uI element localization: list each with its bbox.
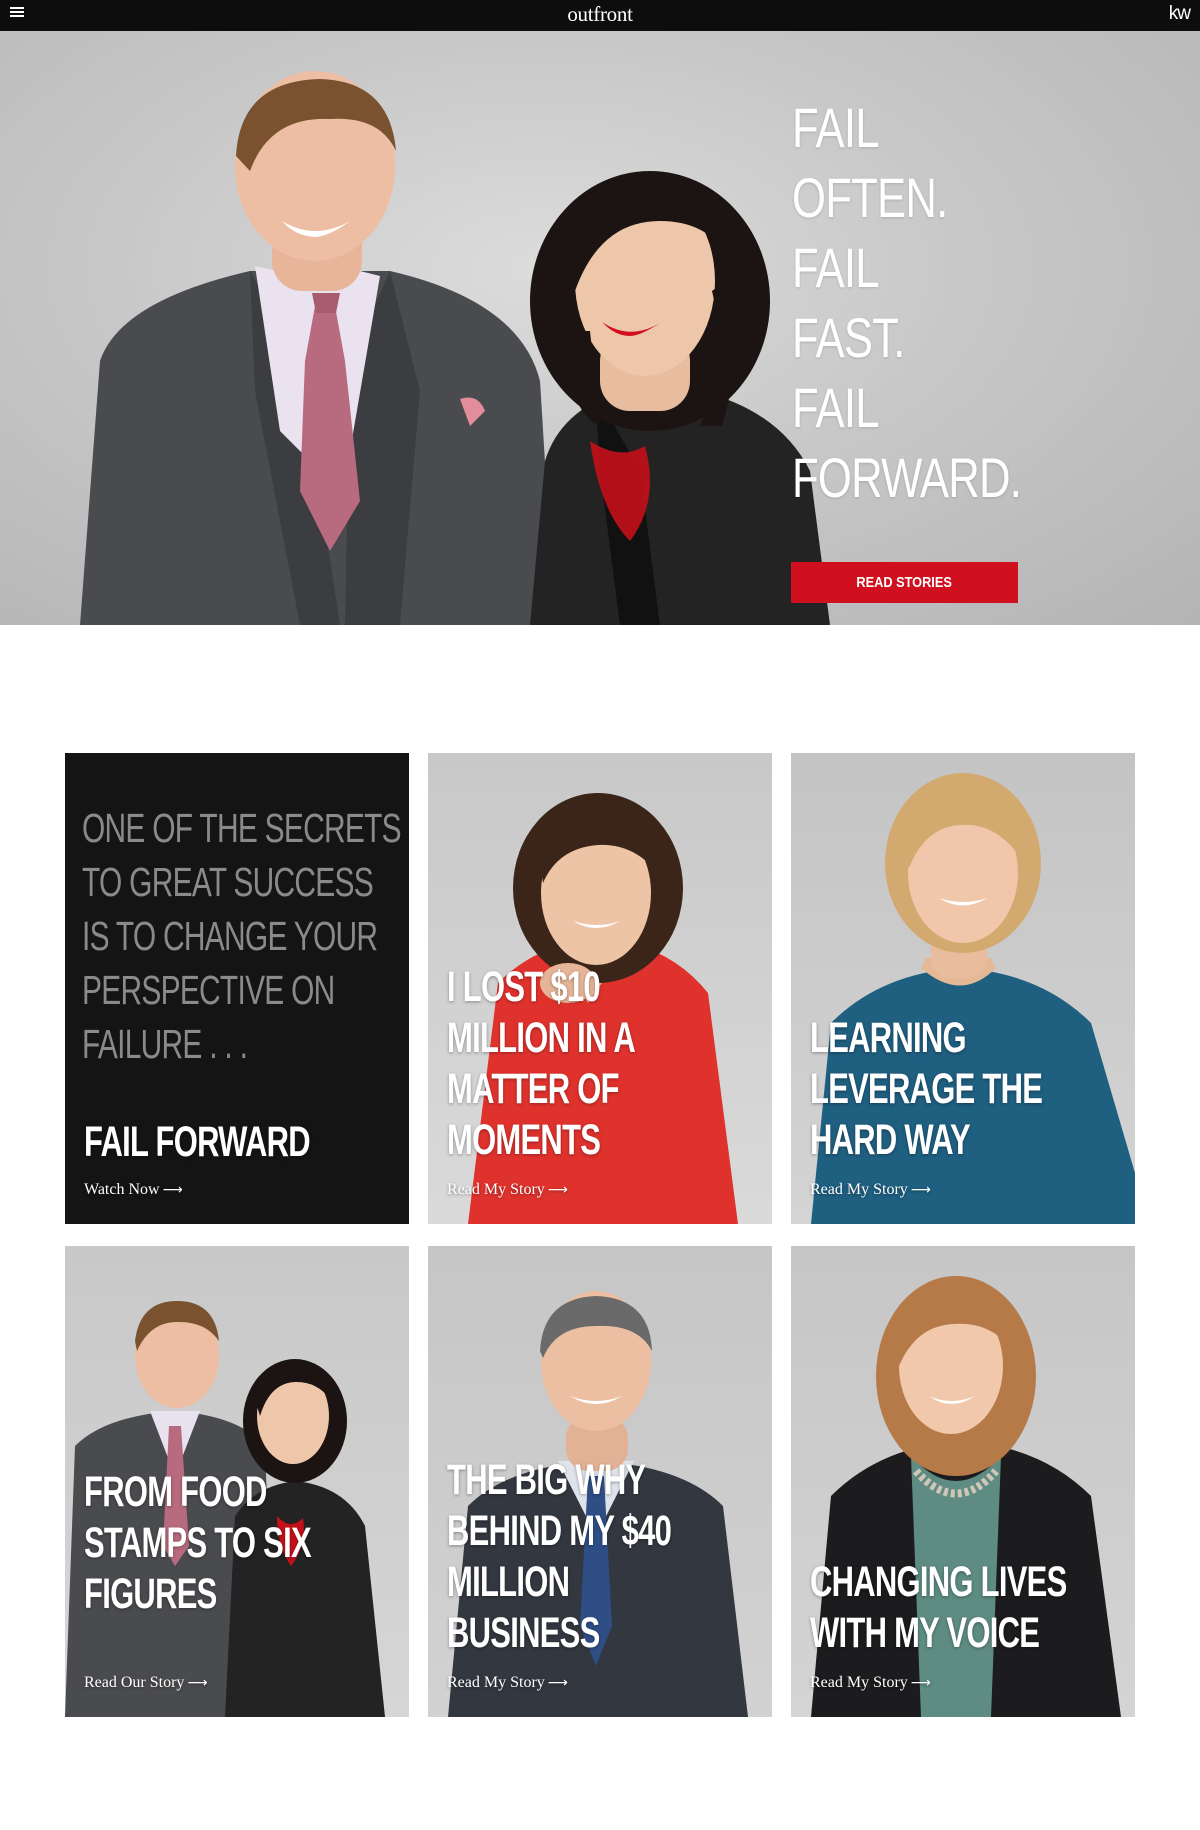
brand-logo[interactable]: outfront: [0, 2, 1200, 27]
read-story-link[interactable]: Read My Story ⟶: [447, 1674, 568, 1692]
arrow-right-icon: ⟶: [910, 1182, 931, 1198]
quote-line: ONE OF THE SECRETS: [82, 805, 402, 851]
hero-headline: FAIL OFTEN. FAIL FAST. FAIL FORWARD.: [792, 93, 1073, 513]
card-title-line: FAIL FORWARD: [84, 1118, 311, 1166]
card-title-line: BUSINESS: [447, 1609, 600, 1657]
card-title: LEARNING LEVERAGE THE HARD WAY: [810, 1013, 1043, 1166]
watch-now-link[interactable]: Watch Now ⟶: [84, 1181, 183, 1199]
story-card[interactable]: CHANGING LIVES WITH MY VOICE Read My Sto…: [791, 1246, 1135, 1717]
intro-quote: ONE OF THE SECRETS TO GREAT SUCCESS IS T…: [82, 801, 402, 1071]
card-link-label: Read My Story: [810, 1674, 908, 1691]
arrow-right-icon: ⟶: [547, 1675, 568, 1691]
hero-banner: FAIL OFTEN. FAIL FAST. FAIL FORWARD. REA…: [0, 31, 1200, 625]
card-title: CHANGING LIVES WITH MY VOICE: [810, 1557, 1067, 1659]
card-title-line: MILLION: [447, 1558, 570, 1606]
story-card[interactable]: I LOST $10 MILLION IN A MATTER OF MOMENT…: [428, 753, 772, 1224]
quote-line: IS TO CHANGE YOUR: [82, 913, 378, 959]
card-link-label: Read Our Story: [84, 1674, 185, 1691]
read-our-story-link[interactable]: Read Our Story ⟶: [84, 1674, 208, 1692]
card-title-line: THE BIG WHY: [447, 1456, 646, 1504]
card-title: I LOST $10 MILLION IN A MATTER OF MOMENT…: [447, 962, 677, 1166]
card-title-line: BEHIND MY $40: [447, 1507, 672, 1555]
card-title-line: CHANGING LIVES: [810, 1558, 1067, 1606]
quote-line: TO GREAT SUCCESS: [82, 859, 374, 905]
card-link-label: Watch Now: [84, 1181, 160, 1198]
card-title: FROM FOOD STAMPS TO SIX FIGURES: [84, 1467, 314, 1620]
card-link-label: Read My Story: [447, 1674, 545, 1691]
card-title-line: LEARNING: [810, 1014, 967, 1062]
story-card[interactable]: THE BIG WHY BEHIND MY $40 MILLION BUSINE…: [428, 1246, 772, 1717]
arrow-right-icon: ⟶: [162, 1182, 183, 1198]
card-link-label: Read My Story: [810, 1181, 908, 1198]
card-title-line: I LOST $10: [447, 963, 601, 1011]
card-title-line: WITH MY VOICE: [810, 1609, 1040, 1657]
quote-line: PERSPECTIVE ON: [82, 967, 335, 1013]
read-stories-label: READ STORIES: [856, 574, 953, 591]
arrow-right-icon: ⟶: [547, 1182, 568, 1198]
read-stories-button[interactable]: READ STORIES: [791, 562, 1018, 603]
hero-headline-line: FAIL: [792, 376, 879, 439]
hero-headline-line: FAST.: [792, 306, 905, 369]
card-title-line: STAMPS TO SIX: [84, 1519, 312, 1567]
top-bar: outfront kw: [0, 0, 1200, 31]
arrow-right-icon: ⟶: [187, 1675, 208, 1691]
card-title-line: FIGURES: [84, 1570, 217, 1618]
partner-logo[interactable]: kw: [1169, 3, 1191, 25]
read-story-link[interactable]: Read My Story ⟶: [447, 1181, 568, 1199]
card-title-line: LEVERAGE THE: [810, 1065, 1043, 1113]
story-card[interactable]: LEARNING LEVERAGE THE HARD WAY Read My S…: [791, 753, 1135, 1224]
card-title: FAIL FORWARD: [84, 1117, 314, 1168]
card-title: THE BIG WHY BEHIND MY $40 MILLION BUSINE…: [447, 1455, 677, 1659]
quote-line: FAILURE . . .: [82, 1021, 248, 1067]
hero-headline-line: FAIL: [792, 96, 879, 159]
fail-forward-video-card[interactable]: ONE OF THE SECRETS TO GREAT SUCCESS IS T…: [65, 753, 409, 1224]
card-title-line: FROM FOOD: [84, 1468, 267, 1516]
read-story-link[interactable]: Read My Story ⟶: [810, 1181, 931, 1199]
read-story-link[interactable]: Read My Story ⟶: [810, 1674, 931, 1692]
card-title-line: HARD WAY: [810, 1116, 971, 1164]
hero-headline-line: OFTEN.: [792, 166, 948, 229]
story-card[interactable]: FROM FOOD STAMPS TO SIX FIGURES Read Our…: [65, 1246, 409, 1717]
card-title-line: MOMENTS: [447, 1116, 601, 1164]
hero-headline-line: FAIL: [792, 236, 879, 299]
hero-headline-line: FORWARD.: [792, 446, 1022, 509]
arrow-right-icon: ⟶: [910, 1675, 931, 1691]
card-title-line: MILLION IN A: [447, 1014, 636, 1062]
card-title-line: MATTER OF: [447, 1065, 620, 1113]
card-link-label: Read My Story: [447, 1181, 545, 1198]
